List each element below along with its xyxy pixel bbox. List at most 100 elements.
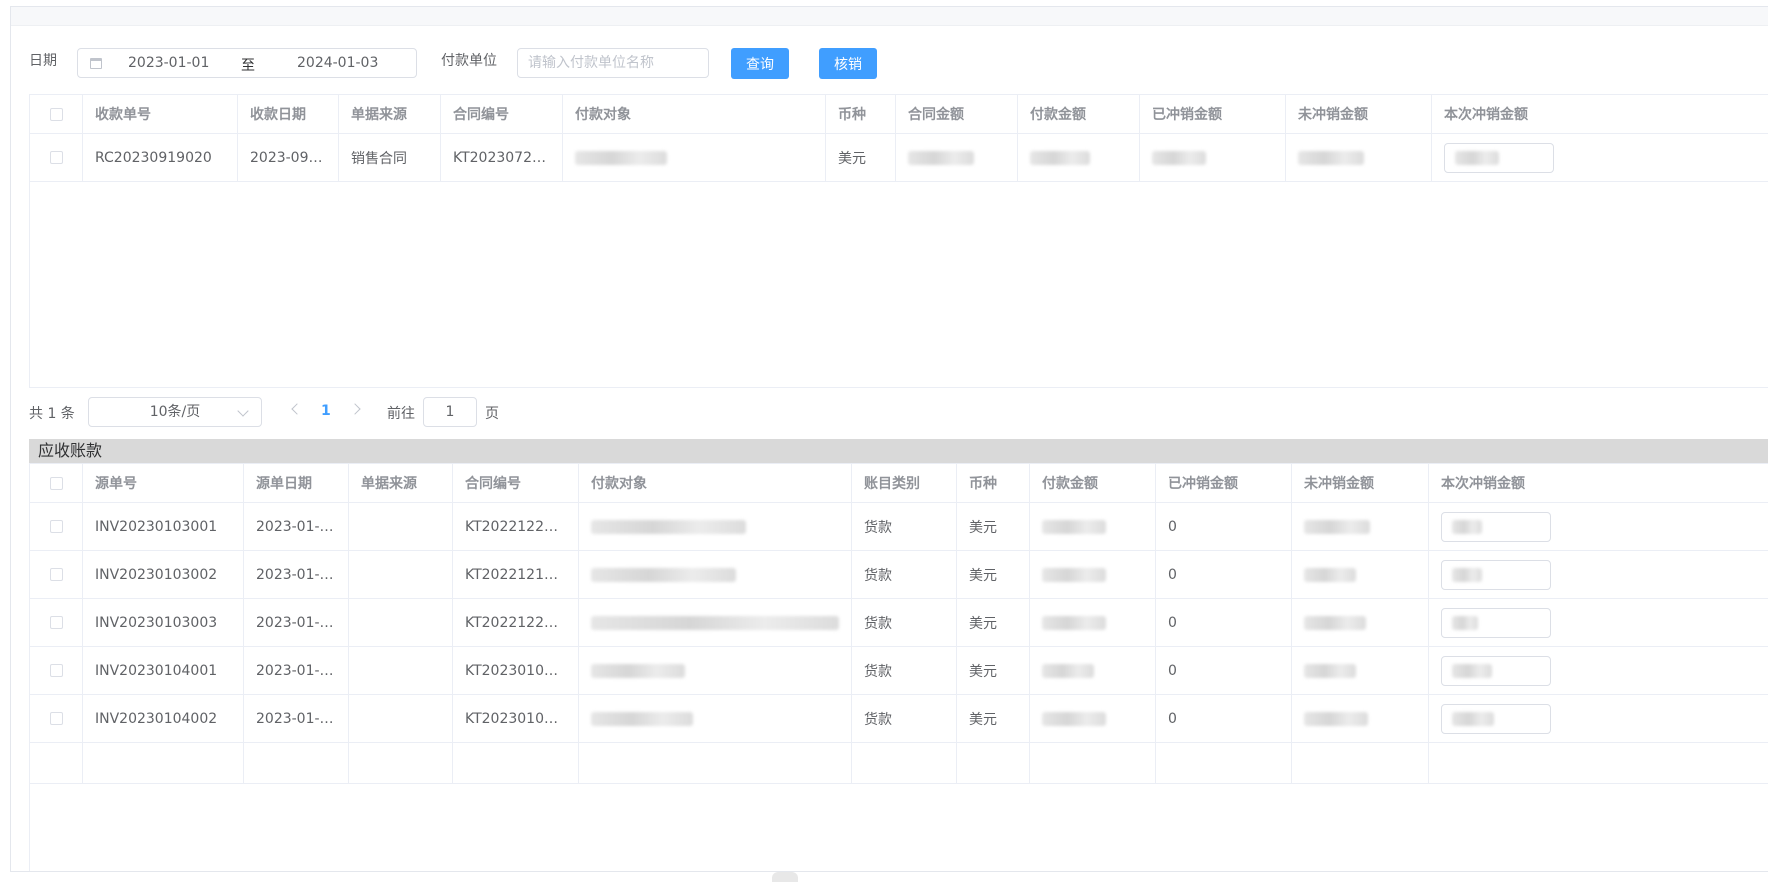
select-all-checkbox[interactable] bbox=[49, 476, 63, 490]
table-row bbox=[30, 743, 1768, 784]
paid-amount-redacted bbox=[1030, 599, 1156, 646]
column-header: 账目类别 bbox=[852, 464, 957, 502]
writeoff-amount-input[interactable] bbox=[1441, 655, 1551, 686]
document-source bbox=[349, 695, 453, 742]
currency: 美元 bbox=[957, 647, 1030, 694]
receivables-table: 源单号 源单日期 单据来源 合同编号 付款对象 账目类别 币种 付款金额 已冲销… bbox=[29, 463, 1768, 871]
page-size-select[interactable]: 10条/页 bbox=[88, 397, 262, 427]
contract-no: KT202301030... bbox=[453, 647, 579, 694]
writeoff-amount-cell bbox=[1429, 551, 1570, 598]
column-header: 已冲销金额 bbox=[1156, 464, 1292, 502]
calendar-icon bbox=[90, 58, 102, 69]
scroll-handle[interactable] bbox=[772, 872, 798, 882]
receivables-title: 应收账款 bbox=[29, 439, 1768, 463]
contract-amount-redacted bbox=[896, 134, 1018, 181]
writeoff-amount-input[interactable] bbox=[1441, 559, 1551, 590]
written-off-amount: 0 bbox=[1156, 599, 1292, 646]
table-header: 源单号 源单日期 单据来源 合同编号 付款对象 账目类别 币种 付款金额 已冲销… bbox=[30, 464, 1768, 503]
document-source: 销售合同 bbox=[339, 134, 441, 181]
payer-label: 付款单位 bbox=[441, 53, 497, 69]
table-row: INV20230104002 2023-01-04 KT202301030...… bbox=[30, 695, 1768, 743]
payer-redacted bbox=[579, 647, 852, 694]
column-header: 付款金额 bbox=[1018, 95, 1140, 133]
source-no: INV20230103001 bbox=[83, 503, 244, 550]
page-number[interactable]: 1 bbox=[321, 403, 331, 419]
written-off-amount: 0 bbox=[1156, 647, 1292, 694]
currency: 美元 bbox=[957, 551, 1030, 598]
query-button[interactable]: 查询 bbox=[731, 48, 789, 79]
remaining-redacted bbox=[1292, 599, 1429, 646]
row-checkbox[interactable] bbox=[49, 520, 63, 533]
prev-page-icon[interactable] bbox=[291, 403, 303, 415]
column-header: 合同编号 bbox=[441, 95, 563, 133]
writeoff-button[interactable]: 核销 bbox=[819, 48, 877, 79]
currency: 美元 bbox=[957, 503, 1030, 550]
date-end[interactable]: 2024-01-03 bbox=[297, 55, 378, 71]
account-category: 货款 bbox=[852, 647, 957, 694]
currency: 美元 bbox=[957, 599, 1030, 646]
payer-input[interactable] bbox=[517, 48, 709, 78]
document-source bbox=[349, 599, 453, 646]
writeoff-amount-input[interactable] bbox=[1441, 511, 1551, 542]
source-no: INV20230104002 bbox=[83, 695, 244, 742]
account-category: 货款 bbox=[852, 551, 957, 598]
date-start[interactable]: 2023-01-01 bbox=[128, 55, 209, 71]
remaining-redacted bbox=[1292, 503, 1429, 550]
receipt-date: 2023-09-2... bbox=[238, 134, 339, 181]
column-header: 付款对象 bbox=[579, 464, 852, 502]
remaining-redacted bbox=[1292, 647, 1429, 694]
next-page-icon[interactable] bbox=[349, 403, 361, 415]
receipts-table: 收款单号 收款日期 单据来源 合同编号 付款对象 币种 合同金额 付款金额 已冲… bbox=[29, 94, 1768, 388]
account-category: 货款 bbox=[852, 695, 957, 742]
date-separator: 至 bbox=[241, 58, 255, 74]
column-header: 本次冲销金额 bbox=[1444, 107, 1528, 123]
writeoff-amount-input[interactable] bbox=[1441, 703, 1551, 734]
row-checkbox[interactable] bbox=[49, 664, 63, 677]
goto-page-input[interactable] bbox=[423, 397, 477, 427]
column-header: 币种 bbox=[957, 464, 1030, 502]
paid-amount-redacted bbox=[1030, 695, 1156, 742]
column-header: 单据来源 bbox=[349, 464, 453, 502]
filter-bar: 日期 2023-01-01 至 2024-01-03 付款单位 查询 核销 bbox=[11, 7, 1768, 87]
writeoff-amount-input[interactable] bbox=[1444, 142, 1554, 173]
account-category: 货款 bbox=[852, 503, 957, 550]
writeoff-amount-cell bbox=[1429, 599, 1570, 646]
page-suffix: 页 bbox=[485, 406, 499, 422]
page-frame: 日期 2023-01-01 至 2024-01-03 付款单位 查询 核销 收款… bbox=[10, 6, 1768, 872]
table-row: INV20230103002 2023-01-03 KT202212151...… bbox=[30, 551, 1768, 599]
remaining-redacted bbox=[1286, 134, 1432, 181]
row-checkbox[interactable] bbox=[49, 616, 63, 629]
writeoff-amount-input[interactable] bbox=[1441, 607, 1551, 638]
column-header: 单据来源 bbox=[339, 95, 441, 133]
paid-amount-redacted bbox=[1030, 551, 1156, 598]
table-row: RC20230919020 2023-09-2... 销售合同 KT202307… bbox=[30, 134, 1768, 182]
written-off-amount: 0 bbox=[1156, 695, 1292, 742]
column-header: 合同编号 bbox=[453, 464, 579, 502]
column-header: 合同金额 bbox=[896, 95, 1018, 133]
row-checkbox[interactable] bbox=[49, 151, 63, 164]
document-source bbox=[349, 503, 453, 550]
column-header: 已冲销金额 bbox=[1140, 95, 1286, 133]
row-checkbox[interactable] bbox=[49, 712, 63, 725]
column-header: 付款金额 bbox=[1030, 464, 1156, 502]
contract-no: KT202212220... bbox=[453, 599, 579, 646]
contract-no: KT20230720... bbox=[441, 134, 563, 181]
source-no: INV20230104001 bbox=[83, 647, 244, 694]
writeoff-amount-cell bbox=[1429, 695, 1570, 742]
written-off-amount: 0 bbox=[1156, 503, 1292, 550]
chevron-down-icon bbox=[237, 405, 249, 417]
payer-redacted bbox=[563, 134, 826, 181]
date-range-picker[interactable]: 2023-01-01 至 2024-01-03 bbox=[77, 48, 417, 78]
row-checkbox[interactable] bbox=[49, 568, 63, 581]
table-row: INV20230103003 2023-01-03 KT202212220...… bbox=[30, 599, 1768, 647]
writeoff-amount-cell bbox=[1429, 647, 1570, 694]
contract-no: KT202212151... bbox=[453, 551, 579, 598]
table-row: INV20230104001 2023-01-04 KT202301030...… bbox=[30, 647, 1768, 695]
paid-amount-redacted bbox=[1030, 503, 1156, 550]
payer-redacted bbox=[579, 503, 852, 550]
column-header: 未冲销金额 bbox=[1292, 464, 1429, 502]
remaining-redacted bbox=[1292, 551, 1429, 598]
writeoff-amount-cell bbox=[1429, 503, 1570, 550]
goto-label: 前往 bbox=[387, 406, 415, 422]
select-all-checkbox[interactable] bbox=[49, 107, 63, 121]
